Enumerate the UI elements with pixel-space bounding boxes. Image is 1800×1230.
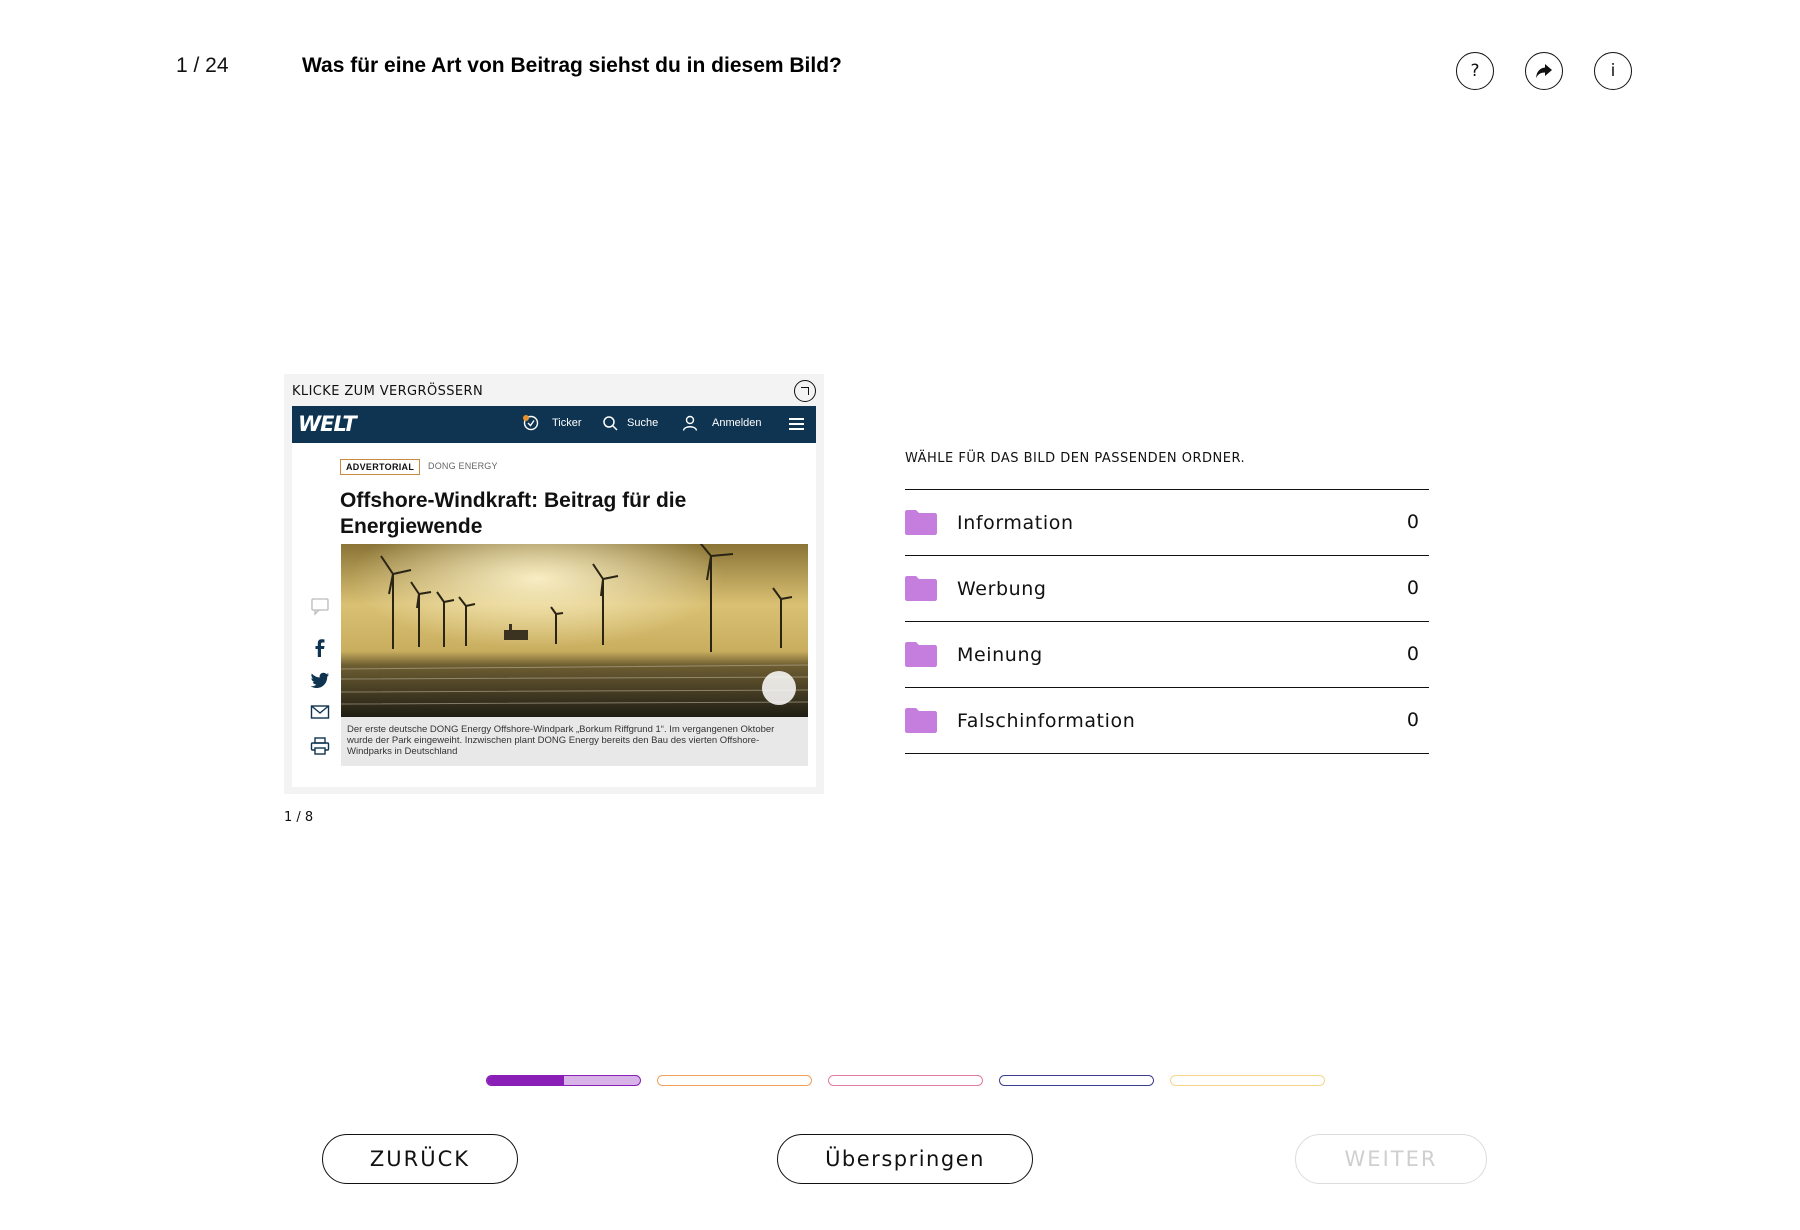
- question-title: Was für eine Art von Beitrag siehst du i…: [302, 54, 842, 77]
- info-icon: i: [1610, 61, 1616, 81]
- share-arrow-icon: [1536, 64, 1552, 78]
- progress-segment-2: [657, 1075, 812, 1086]
- nav-search: Suche: [627, 417, 659, 429]
- welt-logo: WELT: [298, 412, 357, 436]
- progress-fill: [487, 1076, 564, 1085]
- screenshot-card[interactable]: KLICKE ZUM VERGRÖSSERN WELT Ticker Suche…: [284, 374, 824, 794]
- folder-count: 0: [1406, 511, 1419, 533]
- advertorial-badge: ADVERTORIAL: [340, 459, 421, 475]
- skip-button[interactable]: Überspringen: [777, 1134, 1033, 1184]
- ticker-icon: [523, 415, 539, 431]
- folder-list: Information 0 Werbung 0 Meinung 0 Falsch…: [905, 489, 1429, 754]
- twitter-icon: [310, 672, 329, 688]
- progress-segment-1: [486, 1075, 641, 1086]
- next-button[interactable]: WEITER: [1295, 1134, 1487, 1184]
- sponsor-label: DONG ENERGY: [428, 461, 498, 471]
- hamburger-menu-icon: [789, 418, 804, 430]
- expand-image-icon: [762, 671, 796, 705]
- folder-information[interactable]: Information 0: [905, 490, 1429, 556]
- image-counter: 1 / 8: [284, 810, 314, 825]
- folder-icon: [905, 576, 937, 601]
- print-icon: [310, 737, 330, 755]
- progress-segment-3: [828, 1075, 983, 1086]
- facebook-icon: [315, 639, 325, 657]
- folder-icon: [905, 642, 937, 667]
- folder-icon: [905, 708, 937, 733]
- enlarge-icon[interactable]: [794, 380, 816, 402]
- folder-meinung[interactable]: Meinung 0: [905, 622, 1429, 688]
- folder-count: 0: [1406, 577, 1419, 599]
- folder-name: Information: [957, 512, 1074, 534]
- nav-ticker: Ticker: [552, 417, 582, 429]
- mail-icon: [310, 705, 330, 719]
- folder-name: Werbung: [957, 578, 1047, 600]
- article-title: Offshore-Windkraft: Beitrag für die Ener…: [340, 489, 687, 538]
- windpark-photo: [341, 544, 808, 717]
- article-screenshot: WELT Ticker Suche Anmelden ADVERTORIAL D…: [292, 406, 816, 787]
- folder-count: 0: [1406, 643, 1419, 665]
- comment-icon: [311, 598, 329, 616]
- folder-name: Falschinformation: [957, 710, 1136, 732]
- folder-name: Meinung: [957, 644, 1043, 666]
- share-button[interactable]: [1525, 52, 1563, 90]
- folder-count: 0: [1406, 709, 1419, 731]
- folder-falschinformation[interactable]: Falschinformation 0: [905, 688, 1429, 754]
- folder-icon: [905, 510, 937, 535]
- user-icon: [682, 415, 698, 431]
- help-button[interactable]: ?: [1456, 52, 1494, 90]
- info-button[interactable]: i: [1594, 52, 1632, 90]
- enlarge-hint: KLICKE ZUM VERGRÖSSERN: [292, 384, 484, 399]
- question-counter: 1 / 24: [176, 54, 229, 77]
- progress-segment-5: [1170, 1075, 1325, 1086]
- folder-werbung[interactable]: Werbung 0: [905, 556, 1429, 622]
- search-icon: [603, 416, 618, 431]
- photo-caption: Der erste deutsche DONG Energy Offshore-…: [341, 717, 808, 766]
- nav-login: Anmelden: [712, 417, 762, 429]
- welt-navbar: WELT Ticker Suche Anmelden: [292, 406, 816, 443]
- question-mark-icon: ?: [1470, 61, 1480, 81]
- progress-segment-4: [999, 1075, 1154, 1086]
- folder-instruction: WÄHLE FÜR DAS BILD DEN PASSENDEN ORDNER.: [905, 451, 1246, 466]
- back-button[interactable]: ZURÜCK: [322, 1134, 518, 1184]
